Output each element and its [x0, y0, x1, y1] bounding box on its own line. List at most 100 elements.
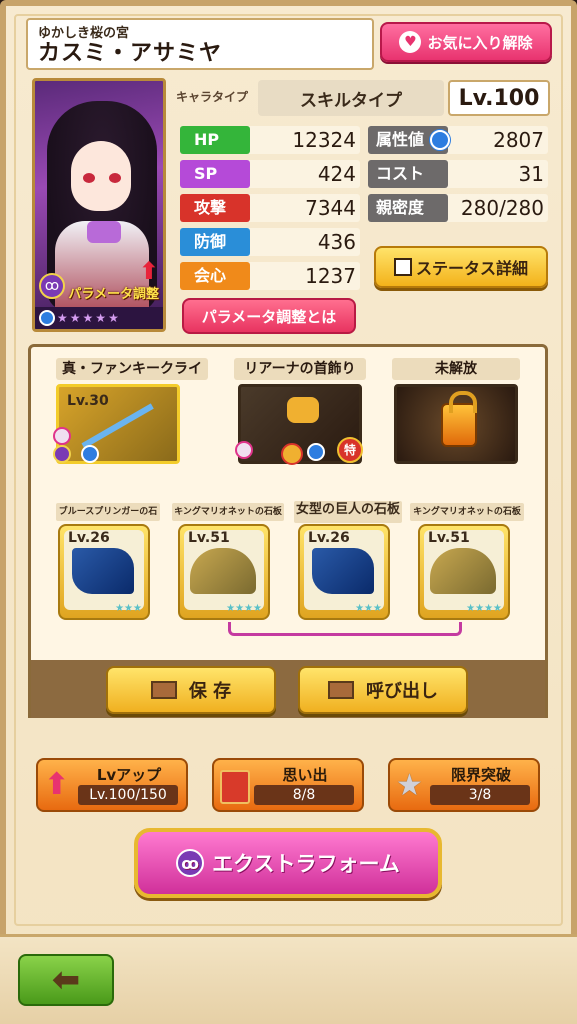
stat-intimacy: 親密度 280/280: [368, 194, 548, 222]
status-detail-button[interactable]: ステータス詳細: [374, 246, 548, 288]
level-up-value: Lv.100/150: [78, 785, 178, 805]
param-adjust-help-button[interactable]: パラメータ調整とは: [182, 298, 356, 334]
weapon-level: Lv.30: [67, 393, 109, 409]
stone-stars: ★★★★: [466, 603, 502, 614]
stone-title: ブルースプリンガーの石板: [56, 503, 160, 535]
star-icon: ★: [95, 311, 107, 325]
favorite-remove-label: お気に入り解除: [427, 33, 533, 52]
water-small-icon: [81, 445, 99, 463]
memory-card-icon: [220, 770, 250, 804]
stat-attribute-value: 2807: [493, 128, 544, 152]
limit-break-button[interactable]: ★ 限界突破 3/8: [388, 758, 540, 812]
stat-hp-value: 12324: [292, 128, 356, 152]
accessory-slot[interactable]: 特: [235, 384, 363, 465]
character-portrait[interactable]: ⬆ ꝏ パラメータ調整 ★ ★ ★ ★ ★: [32, 78, 166, 332]
stat-attack-label: 攻撃: [180, 194, 250, 222]
stat-hp-label: HP: [180, 126, 250, 154]
water-attribute-icon: [39, 310, 55, 326]
stat-intimacy-value: 280/280: [460, 196, 544, 220]
weapon-title: 真・ファンキークライ: [56, 358, 208, 380]
stat-defense-label: 防御: [180, 228, 250, 256]
recall-button[interactable]: 呼び出し: [298, 666, 468, 714]
back-arrow-icon: ⬅: [51, 960, 81, 1000]
stone-level: Lv.51: [188, 530, 230, 546]
back-button[interactable]: ⬅: [18, 954, 114, 1006]
stone-art: [430, 548, 496, 594]
stat-critical-value: 1237: [305, 264, 356, 288]
extra-form-icon: ꝏ: [176, 849, 205, 877]
locked-slot[interactable]: [394, 384, 518, 464]
stone-title: 女型の巨人の石板: [294, 501, 402, 523]
stone-stars: ★★★★: [226, 603, 262, 614]
stone-stars: ★★★: [355, 603, 382, 614]
save-label: 保 存: [188, 681, 232, 702]
heart-icon: ♥: [399, 31, 422, 53]
stone-slot-4[interactable]: Lv.51 ★★★★: [418, 524, 510, 620]
status-detail-label: ステータス詳細: [415, 259, 528, 278]
save-icon: [150, 681, 177, 699]
heart-small-icon: [235, 441, 253, 459]
character-subtitle: ゆかしき桜の宮: [38, 26, 130, 41]
limit-break-value: 3/8: [430, 785, 530, 805]
character-type-label: キャラタイプ: [176, 90, 249, 104]
character-bow-art: [87, 221, 121, 243]
stat-sp: SP 424: [180, 160, 360, 188]
stone-slot-2[interactable]: Lv.51 ★★★★: [178, 524, 270, 620]
silver-star-icon: ★: [396, 768, 423, 803]
star-icon: ★: [108, 311, 119, 325]
level-up-title: Lvアップ: [96, 766, 162, 784]
stat-attack: 攻撃 7344: [180, 194, 360, 222]
special-badge-icon: 特: [337, 437, 363, 463]
level-up-arrow-icon: ⬆: [44, 767, 70, 802]
character-name: カスミ・アサミヤ: [38, 41, 223, 66]
stat-sp-value: 424: [317, 162, 356, 186]
limit-break-title: 限界突破: [450, 766, 511, 784]
star-badge-icon: [281, 443, 303, 465]
stone-art: [190, 548, 256, 594]
character-level: Lv.100: [448, 80, 550, 116]
extra-form-small-icon: [53, 445, 71, 463]
heart-small-icon: [53, 427, 71, 445]
stone-level: Lv.26: [68, 530, 110, 546]
water-attribute-icon: [430, 130, 450, 150]
star-icon: ★: [82, 311, 94, 325]
stat-defense-value: 436: [317, 230, 356, 254]
weapon-slot[interactable]: Lv.30: [53, 384, 180, 464]
memories-title: 思い出: [282, 766, 328, 784]
stat-attack-value: 7344: [305, 196, 356, 220]
memories-value: 8/8: [254, 785, 354, 805]
stat-cost-label: コスト: [368, 160, 448, 188]
recall-icon: [328, 681, 354, 699]
recall-label: 呼び出し: [366, 681, 438, 702]
stat-hp: HP 12324: [180, 126, 360, 154]
character-eye-art: [83, 173, 95, 183]
stat-critical-label: 会心: [180, 262, 250, 290]
stone-slot-3[interactable]: Lv.26 ★★★: [298, 524, 390, 620]
extra-form-button[interactable]: ꝏ エクストラフォーム: [134, 828, 442, 898]
stat-attribute: 属性値 2807: [368, 126, 548, 154]
weapon-art: [81, 403, 154, 449]
level-up-button[interactable]: ⬆ Lvアップ Lv.100/150: [36, 758, 188, 812]
memories-button[interactable]: 思い出 8/8: [212, 758, 364, 812]
accessory-title: リアーナの首飾り: [234, 358, 366, 380]
favorite-remove-button[interactable]: ♥ お気に入り解除: [380, 22, 552, 62]
character-eye-art: [109, 173, 121, 183]
stone-slot-1[interactable]: Lv.26 ★★★: [58, 524, 150, 620]
star-icon: ★: [69, 311, 81, 325]
stone-level: Lv.26: [308, 530, 350, 546]
stone-title: キングマリオネットの石板: [410, 503, 524, 521]
stat-defense: 防御 436: [180, 228, 360, 256]
lock-icon: [441, 391, 477, 447]
param-adjust-label: パラメータ調整: [68, 287, 159, 302]
save-button[interactable]: 保 存: [106, 666, 276, 714]
water-small-icon: [307, 443, 325, 461]
character-type-value: スキルタイプ: [258, 80, 444, 116]
stat-critical: 会心 1237: [180, 262, 360, 290]
star-icon: ★: [57, 311, 68, 325]
list-icon: [393, 258, 412, 276]
stat-cost: コスト 31: [368, 160, 548, 188]
locked-slot-title: 未解放: [392, 358, 520, 380]
rarity-stars: ★ ★ ★ ★ ★: [35, 307, 163, 329]
necklace-art: [287, 397, 319, 423]
stat-intimacy-label: 親密度: [368, 194, 448, 222]
